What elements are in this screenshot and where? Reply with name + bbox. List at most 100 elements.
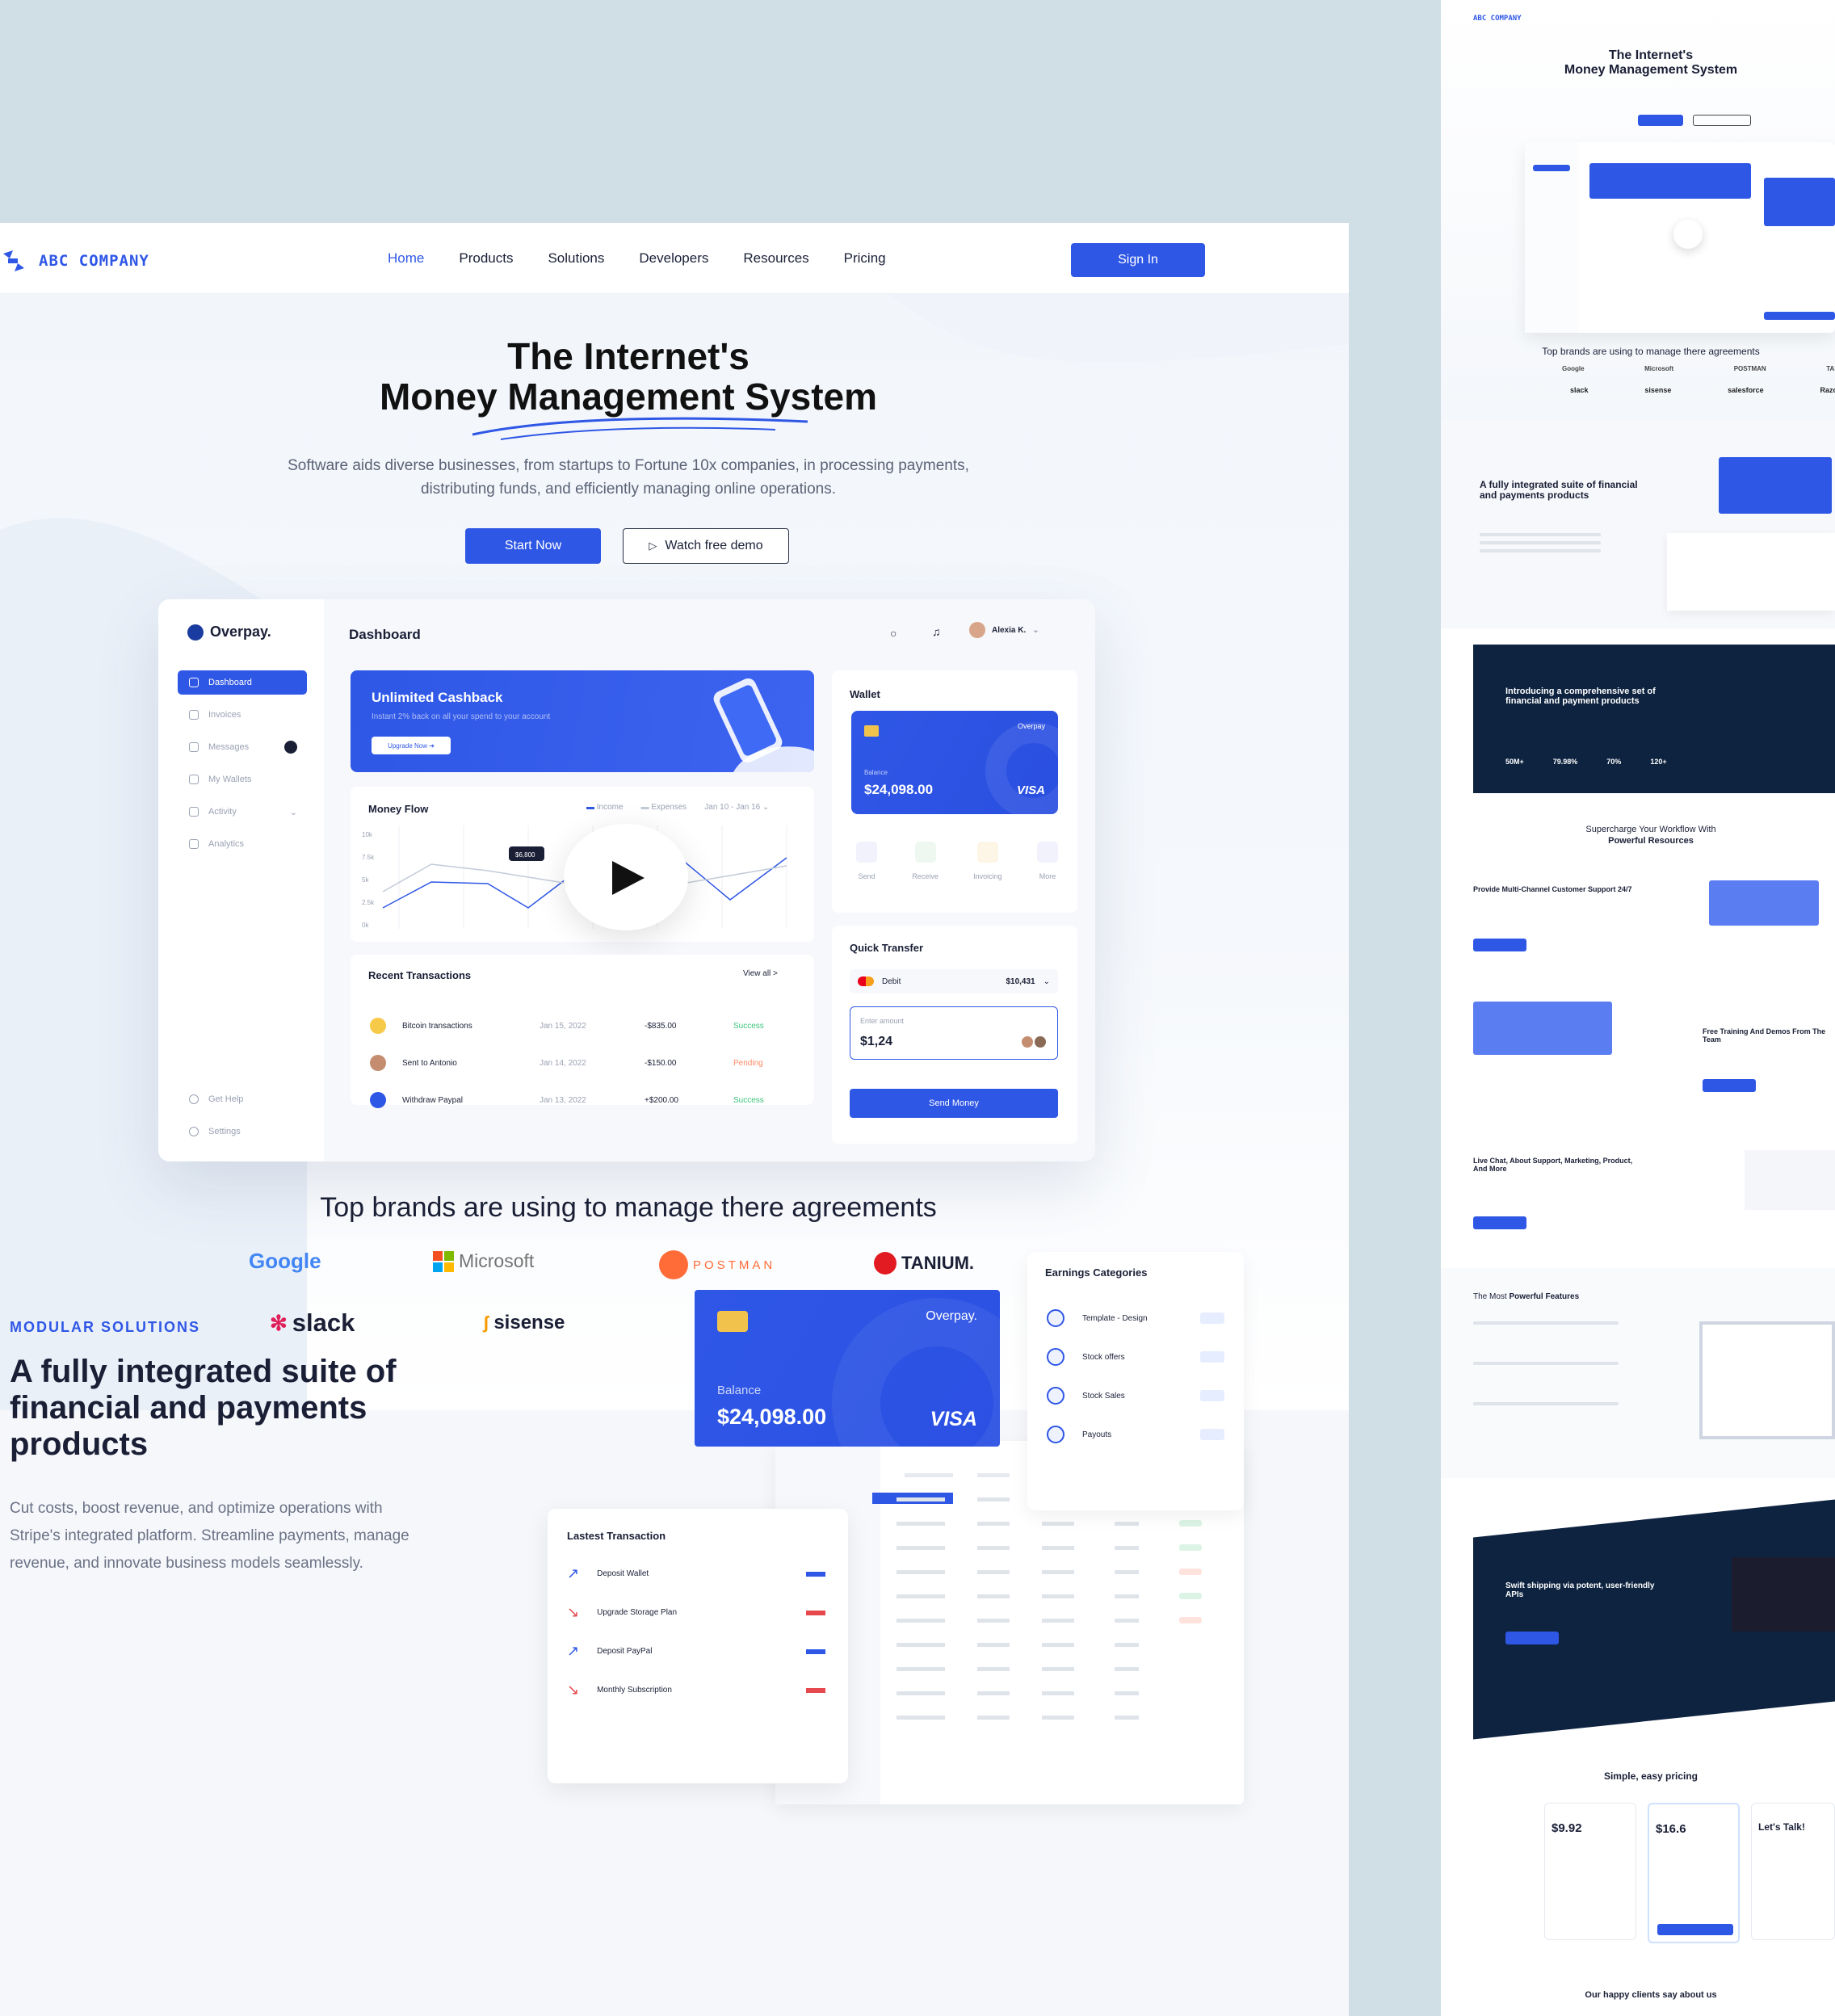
preview-balance-card <box>1719 457 1832 514</box>
earnings-row: Stock offers <box>1047 1347 1224 1367</box>
preview-brand-name: sisense <box>1644 386 1672 394</box>
latest-transaction-card: Lastest Transaction ↗ Deposit Wallet ↘ Upg… <box>548 1509 848 1783</box>
tx-amount: -$150.00 <box>645 1058 677 1068</box>
sisense-icon: ʃ <box>483 1312 489 1333</box>
start-now-button[interactable]: Start Now <box>465 528 601 564</box>
transaction-row[interactable]: Withdraw Paypal Jan 13, 2022 +$200.00 Su… <box>370 1090 790 1111</box>
watch-demo-label: Watch free demo <box>665 539 763 552</box>
dashboard-sidebar: Overpay. Dashboard Invoices Messages My … <box>158 599 324 1161</box>
preview-chat-image <box>1745 1150 1835 1210</box>
tanium-icon <box>874 1252 897 1275</box>
preview-get-started-button[interactable] <box>1703 1079 1756 1092</box>
user-name: Alexia K. <box>992 625 1027 635</box>
sidebar-label: My Wallets <box>208 775 252 784</box>
upgrade-button[interactable]: Upgrade Now ➔ <box>372 737 451 754</box>
nav-products[interactable]: Products <box>459 250 513 267</box>
avatar <box>370 1055 386 1071</box>
tx-amount: -$835.00 <box>645 1021 677 1031</box>
preview-demo-button[interactable] <box>1693 115 1751 126</box>
microsoft-icon <box>433 1250 454 1272</box>
activity-icon <box>189 807 199 817</box>
nav-resources[interactable]: Resources <box>743 250 808 267</box>
sidebar-item-activity[interactable]: Activity ⌄ <box>178 800 307 824</box>
card-chip-icon <box>864 725 879 737</box>
preview-price: $16.6 <box>1656 1822 1686 1836</box>
sidebar-label: Analytics <box>208 839 245 849</box>
nav-pricing[interactable]: Pricing <box>844 250 886 267</box>
preview-text-line <box>1473 1362 1619 1365</box>
search-icon[interactable]: ○ <box>890 627 897 640</box>
send-action[interactable]: Send <box>856 842 877 880</box>
paypal-icon <box>370 1092 386 1108</box>
preview-play-icon[interactable] <box>1673 220 1703 249</box>
brand-name: Microsoft <box>459 1250 535 1271</box>
canvas: ABC COMPANY Home Products Solutions Deve… <box>0 0 1835 2016</box>
preview-api-button[interactable] <box>1505 1632 1559 1644</box>
receive-action[interactable]: Receive <box>912 842 938 880</box>
action-label: More <box>1039 872 1056 880</box>
debit-select[interactable]: Debit $10,431 ⌄ <box>850 969 1058 993</box>
tx-amount: +$200.00 <box>645 1095 678 1105</box>
sisense-logo: ʃ sisense <box>483 1312 565 1334</box>
transaction-row[interactable]: Sent to Antonio Jan 14, 2022 -$150.00 Pe… <box>370 1052 790 1073</box>
preview-get-started-button[interactable] <box>1473 1216 1526 1229</box>
top-navbar: ABC COMPANY Home Products Solutions Deve… <box>0 223 1349 294</box>
latest-label: Deposit Wallet <box>597 1569 649 1578</box>
stat: 120+ <box>1650 758 1667 766</box>
bell-icon[interactable]: ♫ <box>932 625 941 638</box>
chevron-down-icon: ⌄ <box>1032 625 1039 635</box>
arrow-down-right-icon: ↘ <box>567 1682 580 1698</box>
sidebar-item-invoices[interactable]: Invoices <box>178 703 307 727</box>
brands-title: Top brands are using to manage there agr… <box>320 1192 937 1223</box>
invoice-icon <box>976 842 998 863</box>
sign-in-button[interactable]: Sign In <box>1071 243 1205 277</box>
tx-status: Success <box>733 1095 764 1105</box>
nav-solutions[interactable]: Solutions <box>548 250 604 267</box>
preview-send-button <box>1764 312 1835 320</box>
card-decoration <box>985 722 1058 814</box>
user-menu[interactable]: Alexia K. ⌄ <box>969 622 1039 638</box>
sidebar-item-wallets[interactable]: My Wallets <box>178 767 307 792</box>
transaction-row[interactable]: Bitcoin transactions Jan 15, 2022 -$835.… <box>370 1015 790 1036</box>
nav-developers[interactable]: Developers <box>639 250 708 267</box>
preview-training-image <box>1473 1002 1612 1055</box>
preview-wallet-card <box>1764 178 1835 226</box>
preview-price-card: $16.6 <box>1648 1803 1740 1943</box>
preview-get-started-button[interactable] <box>1657 1924 1733 1935</box>
sidebar-item-messages[interactable]: Messages <box>178 735 307 759</box>
sidebar-item-help[interactable]: Get Help <box>178 1087 307 1111</box>
preview-brand-name: Razorpay <box>1820 386 1835 394</box>
wallet-card[interactable]: Overpay Balance $24,098.00 VISA <box>851 711 1058 814</box>
view-all-link[interactable]: View all > <box>743 969 778 978</box>
action-label: Invoicing <box>973 872 1002 880</box>
sidebar-item-dashboard[interactable]: Dashboard <box>178 670 307 695</box>
tx-date: Jan 13, 2022 <box>540 1095 586 1105</box>
avatar <box>1022 1036 1033 1048</box>
invoicing-action[interactable]: Invoicing <box>973 842 1002 880</box>
help-icon <box>189 1094 199 1104</box>
stat: 70% <box>1606 758 1622 766</box>
earnings-categories-card: Earnings Categories Template - Design St… <box>1027 1252 1244 1510</box>
sidebar-item-settings[interactable]: Settings <box>178 1119 307 1144</box>
sidebar-item-analytics[interactable]: Analytics <box>178 832 307 856</box>
full-page-preview: ABC COMPANY The Internet's Money Managem… <box>1441 0 1835 2016</box>
preview-get-started-button[interactable] <box>1473 939 1526 951</box>
sidebar-label: Invoices <box>208 710 241 720</box>
amount-input[interactable]: Enter amount $1,24 <box>850 1006 1058 1060</box>
hero-subtitle-line2: distributing funds, and efficiently mana… <box>420 481 837 498</box>
more-action[interactable]: More <box>1036 842 1058 880</box>
preview-start-button[interactable] <box>1638 115 1683 126</box>
nav-home[interactable]: Home <box>388 250 424 267</box>
sidebar-label: Settings <box>208 1127 241 1136</box>
balance-card[interactable]: Overpay. Balance $24,098.00 VISA <box>695 1290 1000 1447</box>
chevron-down-icon: ⌄ <box>1043 976 1050 986</box>
preview-intro-banner <box>1473 645 1835 793</box>
stat: 50M+ <box>1505 758 1524 766</box>
brand-logo[interactable]: ABC COMPANY <box>0 247 149 275</box>
watch-demo-button[interactable]: ▷ Watch free demo <box>623 528 789 564</box>
preview-pricing: Simple, easy pricing $9.92 $16.6 Let's T… <box>1441 1753 1835 1955</box>
send-money-button[interactable]: Send Money <box>850 1089 1058 1118</box>
play-video-button[interactable] <box>564 824 688 930</box>
preview-features-image <box>1699 1321 1835 1439</box>
balance-value: $24,098.00 <box>864 782 934 797</box>
